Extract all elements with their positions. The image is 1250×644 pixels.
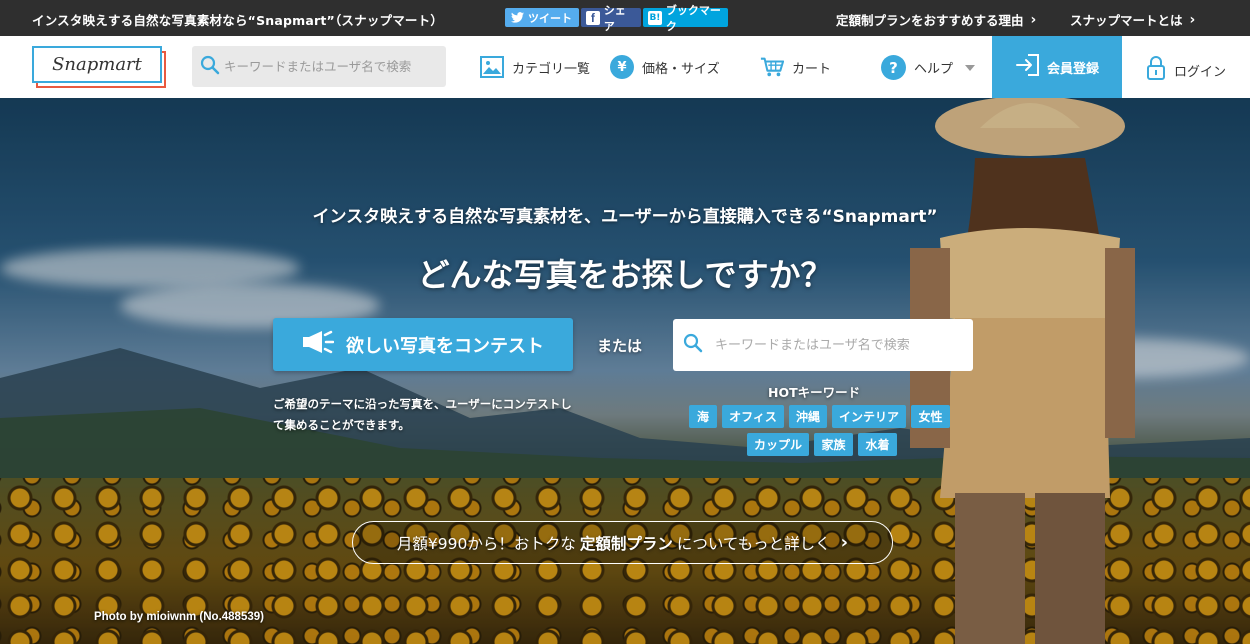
facebook-share-label: シェア: [603, 3, 626, 33]
chevron-right-icon: ›: [1189, 11, 1196, 28]
hot-keyword-tag[interactable]: 女性: [911, 405, 950, 428]
hero-tagline: インスタ映えする自然な写真素材を、ユーザーから直接購入できる“Snapmart”: [312, 207, 938, 227]
fixed-plan-reason-label: 定額制プランをおすすめする理由: [836, 13, 1024, 28]
chevron-right-icon: ›: [1030, 11, 1037, 28]
twitter-bird-icon: [510, 11, 524, 25]
cart-icon: [760, 55, 784, 79]
tweet-button[interactable]: ツイート: [505, 8, 579, 27]
nav-price-size-label: 価格・サイズ: [642, 61, 720, 77]
plan-banner-prefix: 月額¥990から！おトクな: [396, 534, 576, 553]
search-icon: [683, 333, 703, 357]
logo-front-frame: Snapmart: [32, 46, 162, 83]
photo-credit: Photo by mioiwnm (No.488539): [94, 611, 264, 623]
login-label: ログイン: [1174, 64, 1227, 80]
hatena-bookmark-label: ブックマーク: [665, 3, 721, 33]
facebook-share-button[interactable]: f シェア: [581, 4, 641, 33]
plan-banner-bold: 定額制プラン: [579, 534, 673, 553]
register-button[interactable]: 会員登録: [992, 36, 1122, 98]
fixed-plan-banner-button[interactable]: 月額¥990から！おトクな 定額制プラン についてもっと詳しく ›: [352, 521, 893, 564]
sign-in-arrow-icon: [1015, 53, 1041, 81]
hero-title: どんな写真をお探しですか？: [417, 256, 833, 294]
photo-contest-button[interactable]: 欲しい写真をコンテスト: [273, 318, 573, 371]
megaphone-icon: [302, 329, 335, 360]
photo-contest-label: 欲しい写真をコンテスト: [346, 335, 544, 357]
yen-icon: ¥: [610, 55, 634, 79]
caret-down-icon: [965, 64, 976, 71]
plan-banner-suffix: についてもっと詳しく: [676, 534, 831, 553]
hero-search-box[interactable]: [673, 319, 973, 371]
hatena-bookmark-button[interactable]: B! ブックマーク: [643, 4, 728, 33]
nav-help[interactable]: ? ヘルプ: [881, 55, 976, 80]
login-link[interactable]: ログイン: [1146, 55, 1226, 85]
hot-keyword-tag[interactable]: 家族: [814, 433, 853, 456]
hot-keyword-tag[interactable]: 水着: [858, 433, 897, 456]
or-text: または: [597, 337, 643, 355]
search-icon: [200, 55, 220, 79]
logo-text: Snapmart: [52, 54, 142, 75]
nav-help-label: ヘルプ: [914, 62, 954, 77]
register-label: 会員登録: [1046, 61, 1099, 77]
nav-cart-label: カート: [792, 61, 832, 77]
hot-keyword-tag[interactable]: カップル: [747, 433, 809, 456]
nav-price-size[interactable]: ¥ 価格・サイズ: [610, 55, 720, 79]
site-header: Snapmart カテゴリ一覧 ¥ 価格・サイズ カート ? ヘルプ 会員登録: [0, 36, 1250, 98]
tweet-label: ツイート: [528, 11, 572, 25]
chevron-right-icon: ›: [840, 532, 849, 553]
hot-keyword-tag[interactable]: オフィス: [722, 405, 784, 428]
fixed-plan-reason-link[interactable]: 定額制プランをおすすめする理由 ›: [836, 10, 1036, 29]
hot-keyword-tag[interactable]: 沖縄: [789, 405, 827, 428]
hot-keyword-tag[interactable]: インテリア: [832, 405, 906, 428]
help-icon: ?: [881, 55, 906, 80]
lock-icon: [1146, 55, 1166, 85]
hero-search-input[interactable]: [715, 337, 955, 353]
top-bar: インスタ映えする自然な写真素材なら“Snapmart”（スナップマート） ツイー…: [0, 0, 1250, 36]
nav-categories-label: カテゴリ一覧: [512, 61, 591, 77]
nav-cart[interactable]: カート: [760, 55, 831, 79]
hot-keyword-tag[interactable]: 海: [689, 405, 717, 428]
nav-categories[interactable]: カテゴリ一覧: [480, 55, 590, 79]
header-search-input[interactable]: [224, 59, 444, 74]
header-search-box[interactable]: [192, 46, 446, 87]
hot-keywords-label: HOTキーワード: [768, 385, 861, 400]
hero-section: インスタ映えする自然な写真素材を、ユーザーから直接購入できる“Snapmart”…: [0, 98, 1250, 644]
about-snapmart-label: スナップマートとは: [1070, 13, 1183, 28]
image-gallery-icon: [480, 55, 504, 79]
hatena-bookmark-icon: B!: [648, 10, 662, 25]
site-tagline: インスタ映えする自然な写真素材なら“Snapmart”（スナップマート）: [32, 13, 444, 28]
about-snapmart-link[interactable]: スナップマートとは ›: [1070, 10, 1195, 29]
snapmart-logo[interactable]: Snapmart: [32, 46, 166, 88]
facebook-icon: f: [586, 10, 600, 25]
contest-description: ご希望のテーマに沿った写真を、ユーザーにコンテストして集めることができます。: [273, 397, 572, 432]
